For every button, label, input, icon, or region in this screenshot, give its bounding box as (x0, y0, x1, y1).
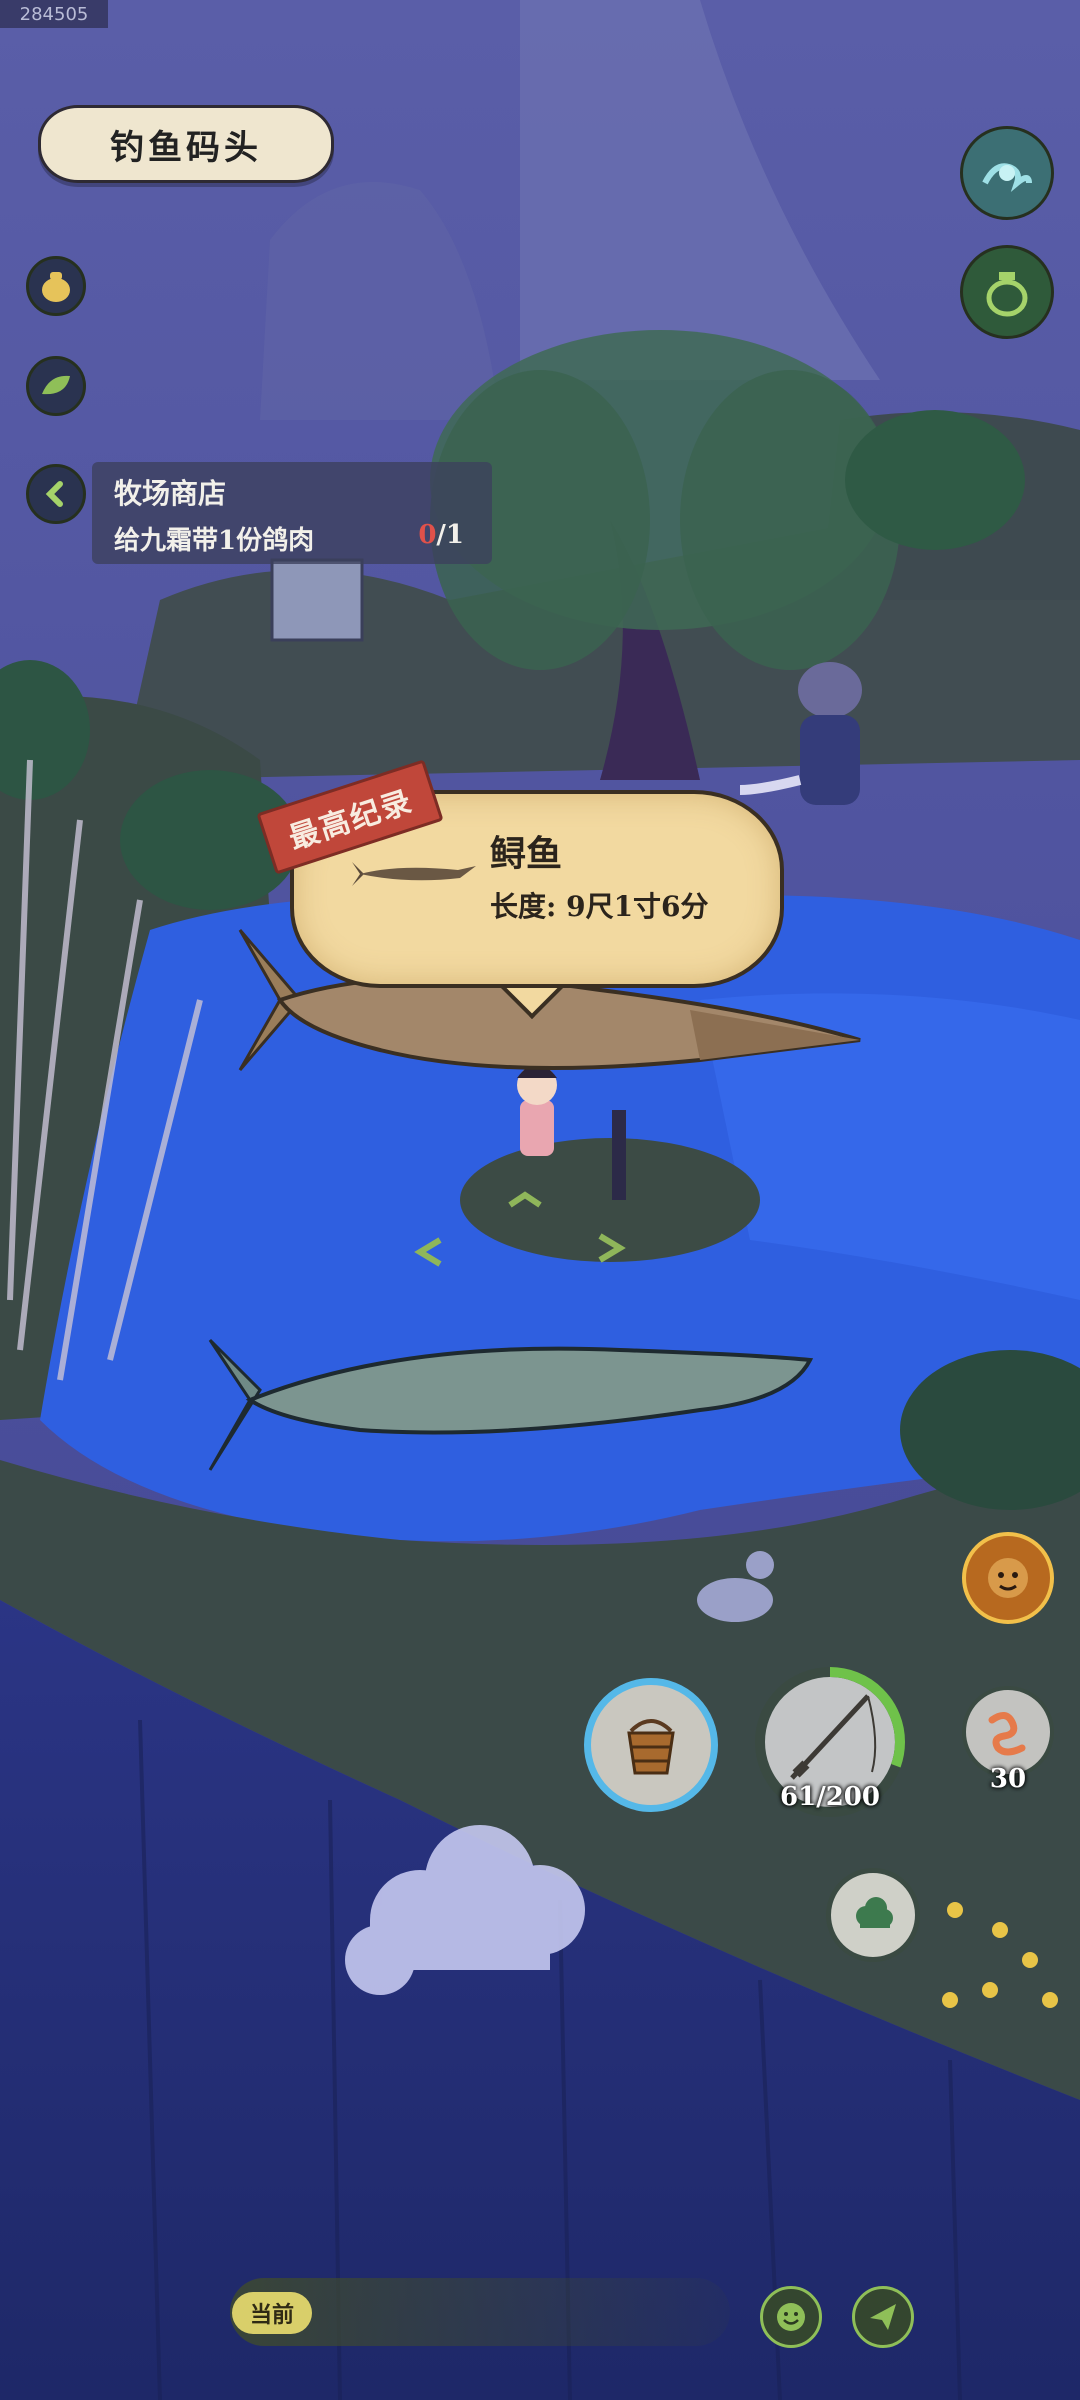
wave-button[interactable] (960, 126, 1054, 220)
jar-icon (986, 272, 1028, 317)
chevron-left-icon (45, 481, 63, 507)
fish-name: 鲟鱼 (490, 833, 563, 875)
bush (845, 410, 1025, 550)
image-id-watermark: 284505 (0, 0, 108, 28)
scene-background (0, 0, 1080, 2400)
leaf-icon (42, 375, 70, 395)
quest-progress-total: /1 (436, 520, 464, 550)
pouch-button[interactable] (26, 256, 86, 316)
location-title: 钓鱼码头 (38, 105, 334, 183)
rod-durability-label: 61/200 (780, 1782, 880, 1812)
jar-button[interactable] (960, 245, 1054, 339)
game-scene: 284505 钓鱼码头 牧场商店 给九霜带1份鸽肉 0/1 最高纪录 鲟鱼 长度… (0, 0, 1080, 2400)
quest-progress-current: 0 (418, 520, 437, 550)
bait-button[interactable]: 30 (962, 1686, 1054, 1796)
smile-icon (777, 2303, 805, 2331)
fish-length: 长度: 9尺1寸6分 (490, 890, 709, 923)
fishing-rod-button[interactable]: 61/200 (752, 1664, 908, 1820)
bucket-icon (627, 1719, 675, 1775)
wave-icon (982, 163, 1032, 193)
fishing-rod-icon (790, 1694, 877, 1780)
monkey-event-icon (988, 1558, 1028, 1598)
cloud-skill-button[interactable] (826, 1868, 920, 1962)
bait-count: 30 (989, 1764, 1027, 1794)
pouch-icon (42, 272, 70, 302)
sturgeon-thumbnail-icon (352, 862, 476, 886)
cloud-icon (856, 1897, 893, 1928)
quest-title: 牧场商店 (114, 477, 227, 510)
quest-collapse-button[interactable] (26, 464, 86, 524)
bucket-button[interactable] (584, 1678, 718, 1812)
shrine-stone (270, 558, 364, 642)
quest-progress: 0/1 (418, 520, 464, 550)
send-button[interactable] (852, 2286, 914, 2348)
emoji-button[interactable] (760, 2286, 822, 2348)
worm-icon (988, 1712, 1026, 1756)
send-icon (870, 2304, 896, 2330)
quest-panel[interactable]: 牧场商店 给九霜带1份鸽肉 0/1 (92, 462, 492, 564)
chat-channel-label[interactable]: 当前 (232, 2292, 312, 2334)
leaf-button[interactable] (26, 356, 86, 416)
monkey-event-button[interactable] (962, 1532, 1054, 1624)
